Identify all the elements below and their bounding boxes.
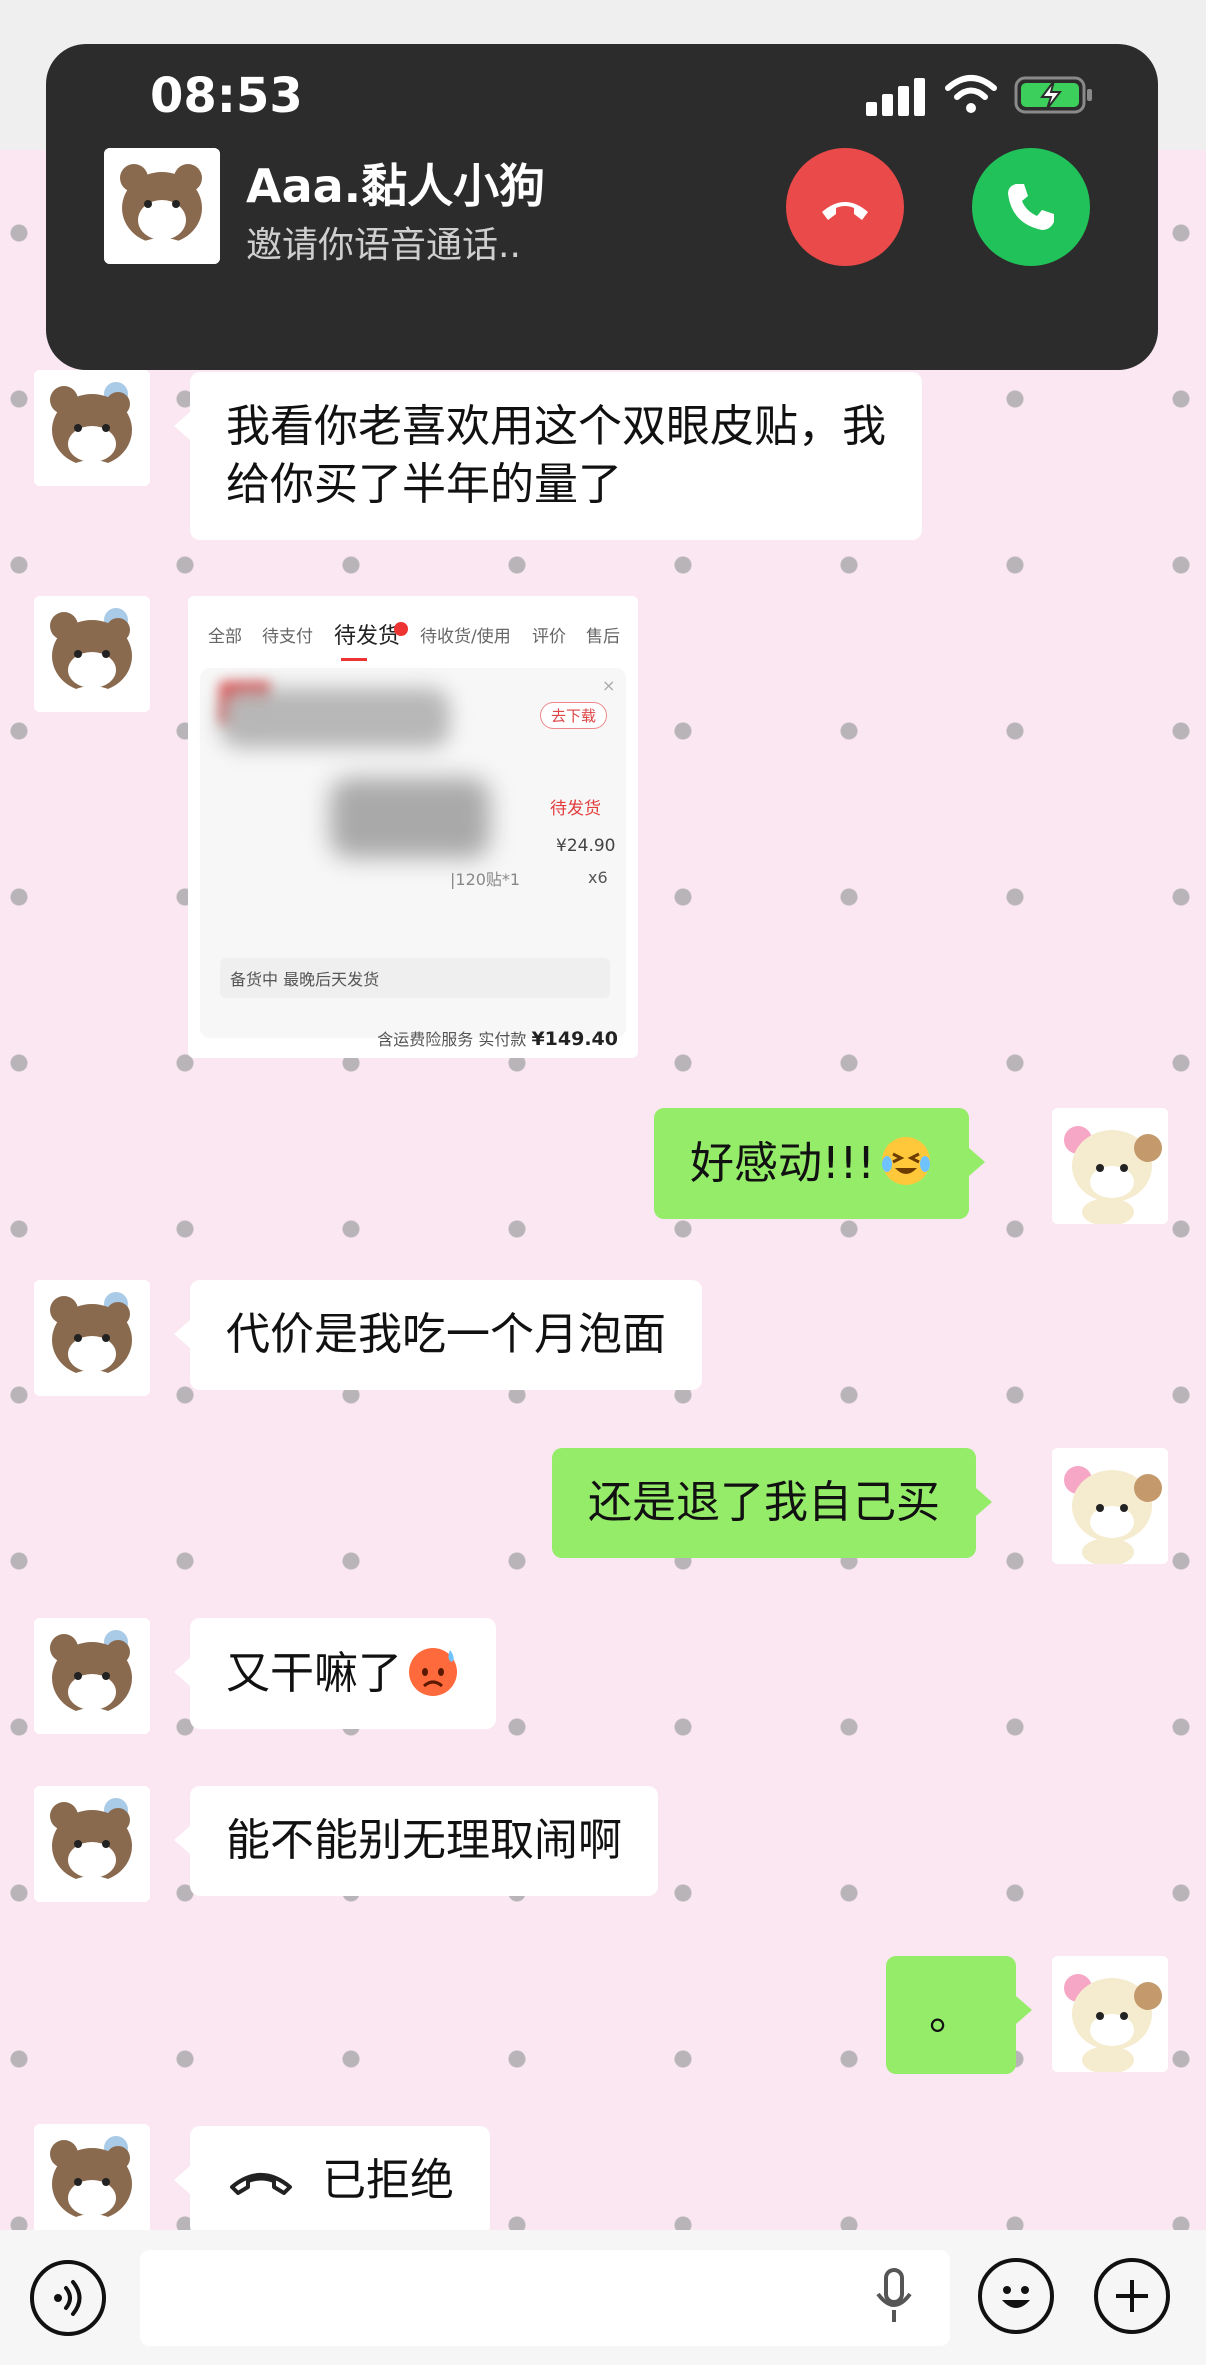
voice-mode-button[interactable]	[30, 2260, 106, 2336]
decline-call-button[interactable]	[786, 148, 904, 266]
blurred-region	[330, 778, 490, 858]
message-text: 又干嘛了	[226, 1648, 402, 1699]
message-bubble-outgoing[interactable]: 还是退了我自己买	[552, 1448, 992, 1558]
order-tab: 待支付	[262, 627, 313, 647]
contact-avatar[interactable]	[34, 370, 150, 486]
message-text: 代价是我吃一个月泡面	[226, 1309, 666, 1360]
order-item-panel: × 去下载 待发货 ¥24.90 |120贴*1 x6 备货中 最晚后天发货	[200, 668, 626, 1038]
message-text: 能不能别无理取闹啊	[226, 1815, 622, 1866]
angry-sweat-emoji-icon	[409, 1648, 457, 1696]
hang-up-icon	[822, 202, 868, 220]
crying-laughing-emoji-icon	[881, 1137, 930, 1185]
message-bubble-outgoing[interactable]: 。	[886, 1956, 1032, 2074]
chat-input-bar	[0, 2230, 1206, 2365]
voice-wave-icon	[54, 2280, 82, 2316]
total-prefix: 含运费险服务 实付款	[377, 1030, 527, 1049]
emoji-button[interactable]	[978, 2258, 1054, 2334]
my-avatar[interactable]	[1052, 1448, 1168, 1564]
order-tab: 全部	[208, 627, 242, 647]
contact-avatar[interactable]	[34, 596, 150, 712]
bear-avatar-icon	[104, 148, 220, 264]
message-bubble-incoming[interactable]: 代价是我吃一个月泡面	[174, 1280, 702, 1390]
contact-avatar[interactable]	[34, 1280, 150, 1396]
message-input[interactable]	[140, 2250, 950, 2346]
message-text: 。	[929, 1989, 973, 2040]
tab-underline	[341, 658, 367, 661]
bear-avatar-icon	[34, 2124, 150, 2240]
incoming-call-banner[interactable]: 08:53 Aaa.黏人小狗 邀请你语音通话..	[46, 44, 1158, 370]
order-total-row: 含运费险服务 实付款 ¥149.40	[188, 1026, 618, 1050]
phone-icon	[1008, 184, 1054, 230]
message-bubble-incoming[interactable]: 又干嘛了	[174, 1618, 496, 1729]
my-avatar[interactable]	[1052, 1108, 1168, 1224]
bunny-avatar-icon	[1052, 1108, 1168, 1224]
message-bubble-incoming[interactable]: 我看你老喜欢用这个双眼皮贴，我 给你买了半年的量了	[174, 372, 922, 540]
contact-avatar[interactable]	[34, 2124, 150, 2240]
item-price: ¥24.90	[556, 836, 616, 856]
contact-avatar[interactable]	[34, 1786, 150, 1902]
order-screenshot-image[interactable]: 全部 待支付 待发货 待收货/使用 评价 售后 × 去下载 待发货 ¥24.90…	[188, 596, 638, 1058]
battery-charging-icon	[1014, 76, 1092, 114]
bunny-avatar-icon	[1052, 1448, 1168, 1564]
shipping-note: 备货中 最晚后天发货	[220, 958, 610, 998]
message-bubble-incoming[interactable]: 能不能别无理取闹啊	[174, 1786, 658, 1896]
item-spec: |120贴*1	[450, 870, 521, 889]
order-tab: 评价	[532, 627, 566, 647]
accept-call-button[interactable]	[972, 148, 1090, 266]
bunny-avatar-icon	[1052, 1956, 1168, 2072]
contact-avatar[interactable]	[34, 1618, 150, 1734]
order-tabs: 全部 待支付 待发货 待收货/使用 评价 售后	[188, 614, 638, 661]
more-options-button[interactable]	[1094, 2258, 1170, 2334]
badge-dot-icon	[394, 622, 408, 636]
microphone-icon[interactable]	[872, 2266, 916, 2326]
message-text: 给你买了半年的量了	[226, 459, 622, 510]
wifi-icon	[945, 75, 997, 113]
plus-icon	[1116, 2280, 1148, 2312]
smiley-icon	[1002, 2286, 1030, 2308]
bear-avatar-icon	[34, 1280, 150, 1396]
go-download-label: 去下载	[540, 702, 608, 729]
close-icon: ×	[602, 676, 616, 695]
bear-avatar-icon	[34, 596, 150, 712]
item-quantity: x6	[588, 868, 608, 887]
bear-avatar-icon	[34, 1618, 150, 1734]
order-tab: 售后	[586, 627, 620, 647]
hang-up-icon	[230, 2173, 292, 2195]
message-text: 还是退了我自己买	[588, 1477, 940, 1528]
total-amount: ¥149.40	[531, 1028, 618, 1050]
call-record-bubble[interactable]: 已拒绝	[174, 2126, 490, 2236]
my-avatar[interactable]	[1052, 1956, 1168, 2072]
order-tab-active: 待发货	[334, 624, 401, 649]
bear-avatar-icon	[34, 1786, 150, 1902]
caller-name: Aaa.黏人小狗	[246, 159, 546, 213]
call-invite-text: 邀请你语音通话..	[246, 225, 521, 266]
cellular-signal-icon	[866, 76, 926, 116]
call-status-text: 已拒绝	[322, 2155, 454, 2206]
bear-avatar-icon	[34, 370, 150, 486]
message-bubble-outgoing[interactable]: 好感动!!!	[654, 1108, 985, 1219]
message-text: 我看你老喜欢用这个双眼皮贴，我	[226, 401, 886, 452]
message-text: 好感动!!!	[690, 1138, 875, 1189]
order-status: 待发货	[550, 799, 601, 819]
caller-avatar	[104, 148, 220, 264]
blurred-region	[220, 688, 450, 748]
order-tab: 待收货/使用	[420, 627, 511, 647]
status-time: 08:53	[150, 68, 303, 124]
